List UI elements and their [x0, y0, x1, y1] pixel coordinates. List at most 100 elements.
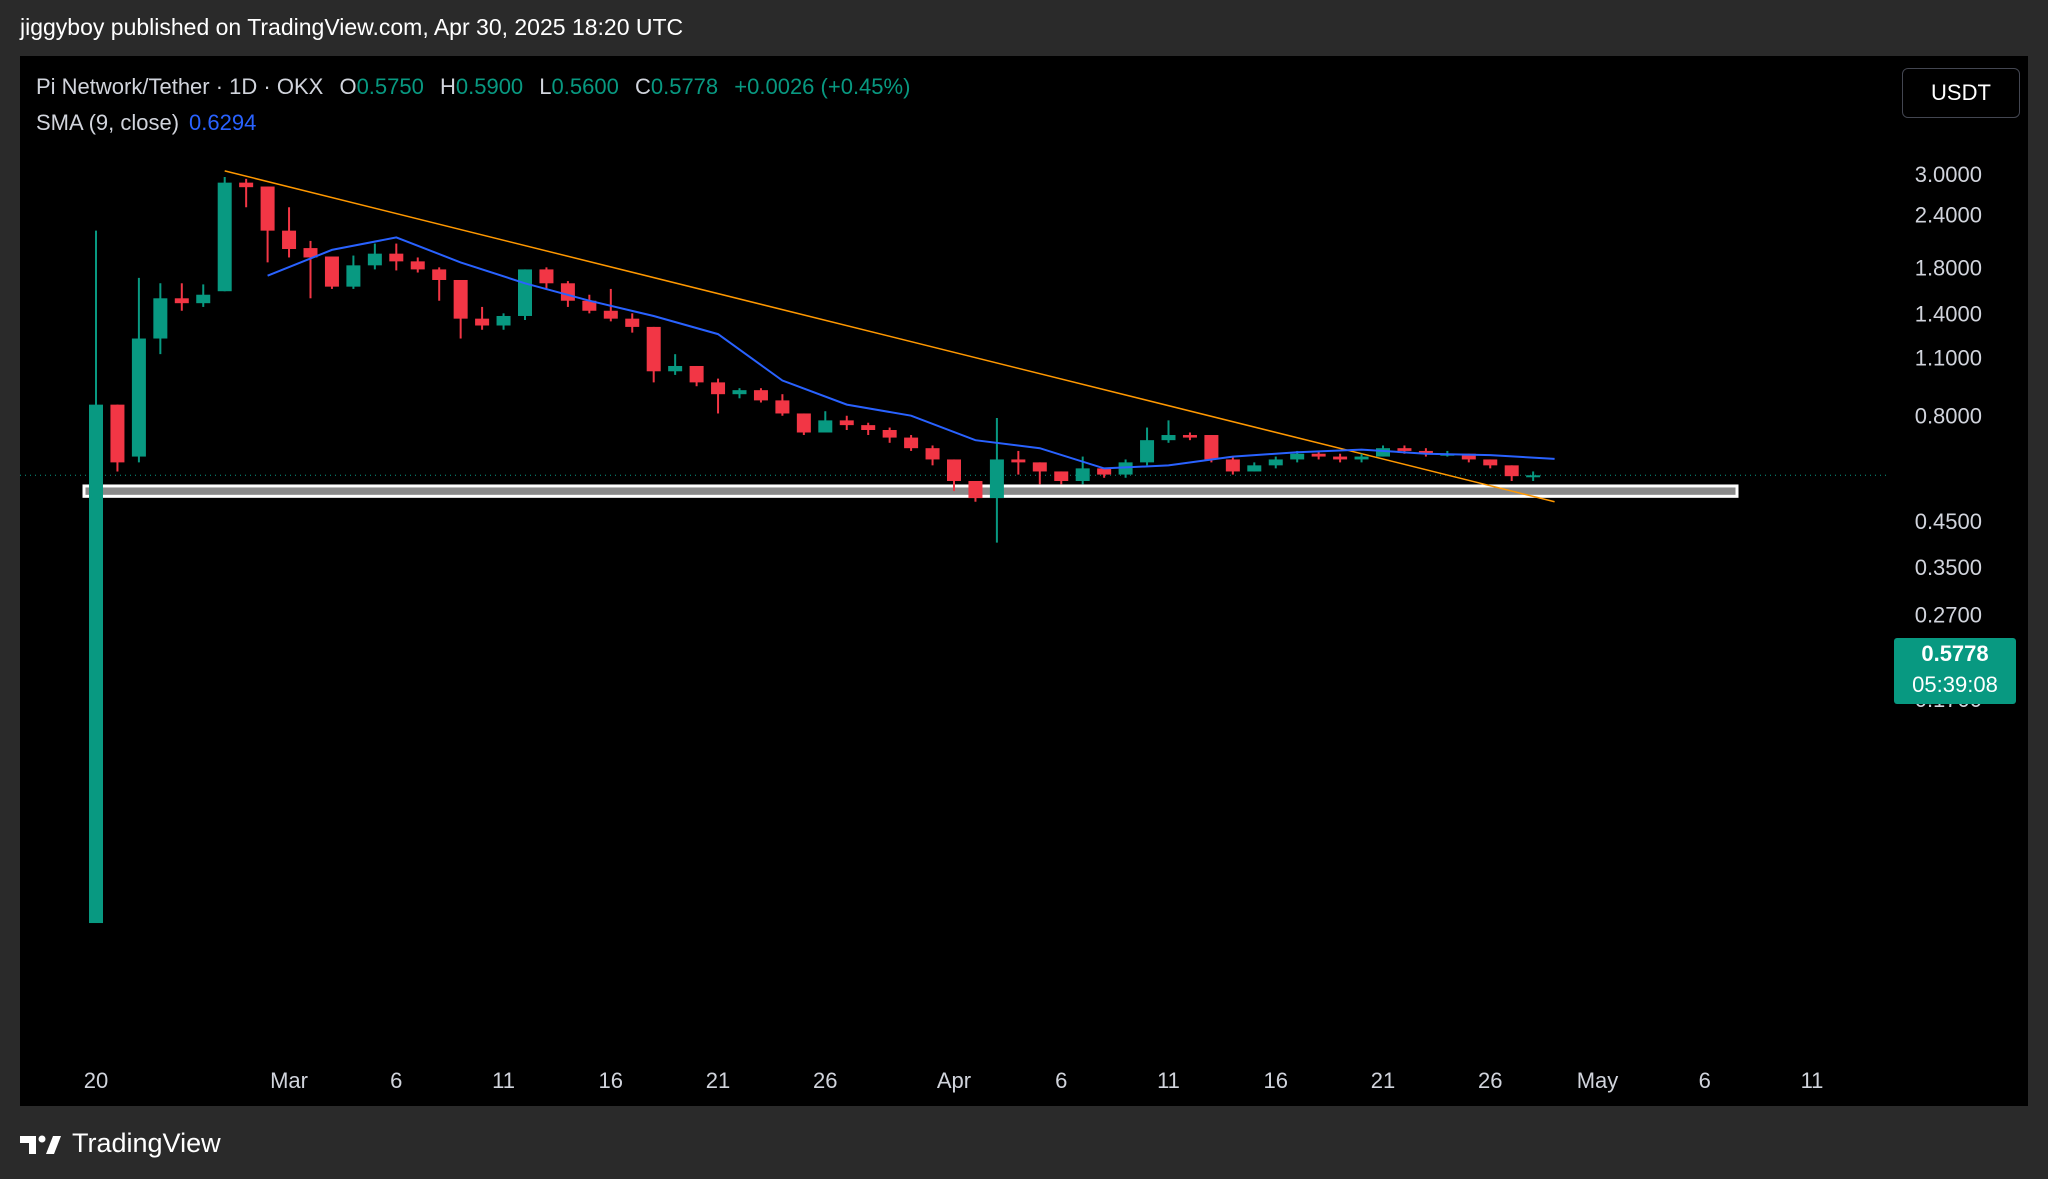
y-axis-tick-label: 2.4000 [1915, 203, 1982, 228]
price-chart[interactable]: 3.0000 2.4000 1.8000 1.4000 1.1000 0.8000 0.45… [20, 56, 2028, 1106]
candle-down [475, 318, 490, 326]
candle-up [1354, 456, 1369, 460]
candle-down [260, 186, 275, 231]
candle-down [453, 279, 468, 319]
candle-down [1011, 459, 1026, 463]
candle-down [239, 182, 254, 188]
candle-down [1397, 448, 1412, 451]
candle-up [1140, 440, 1155, 463]
candle-down [968, 480, 983, 499]
candle-up [496, 315, 511, 326]
candle-up [818, 420, 833, 433]
candle-down [432, 269, 447, 280]
candle-down [1032, 462, 1047, 472]
candle-up [217, 182, 232, 292]
publish-header: jiggyboy published on TradingView.com, A… [20, 14, 684, 40]
symbol-legend: Pi Network/Tether · 1D · OKX O0.5750 H0.… [36, 74, 910, 100]
candle-down [1182, 435, 1197, 438]
sma-line [267, 236, 1555, 470]
y-axis-tick-label: 0.4500 [1915, 509, 1982, 534]
high-value: 0.5900 [455, 74, 524, 99]
candle-down [1504, 465, 1519, 477]
indicator-legend[interactable]: SMA (9, close) 0.6294 [36, 110, 256, 136]
chart-panel[interactable]: 3.0000 2.4000 1.8000 1.4000 1.1000 0.8000 0.45… [20, 56, 2028, 1106]
close-value: 0.5778 [650, 74, 719, 99]
candle-down [1204, 435, 1219, 460]
currency-button[interactable]: USDT [1902, 68, 2020, 118]
last-price-value: 0.5778 [1921, 641, 1989, 666]
y-axis-tick-label: 1.1000 [1915, 345, 1982, 370]
candle-down [882, 430, 897, 438]
x-axis-tick-label: 16 [599, 1068, 623, 1093]
trendline [224, 170, 1555, 503]
candle-down [603, 310, 618, 319]
candle-up [89, 404, 103, 924]
y-axis-tick-label: 0.2700 [1915, 602, 1982, 627]
close-label: C [634, 74, 651, 99]
y-axis-tick-label: 1.4000 [1915, 301, 1982, 326]
candle-up [1290, 453, 1305, 460]
y-axis-tick-label: 3.0000 [1915, 162, 1982, 187]
candle-down [796, 413, 811, 433]
tradingview-logo-icon[interactable] [20, 1132, 62, 1156]
candle-down [947, 459, 961, 481]
candle-up [1376, 448, 1390, 457]
x-axis-tick-label: 26 [813, 1068, 837, 1093]
x-axis-tick-label: 6 [390, 1068, 402, 1093]
candle-down [110, 404, 125, 463]
candle-down [560, 283, 575, 301]
candle-up [1526, 475, 1541, 478]
x-axis-tick-label: Mar [270, 1068, 308, 1093]
symbol-title[interactable]: Pi Network/Tether · 1D · OKX [36, 74, 323, 99]
sma-value: 0.6294 [189, 110, 257, 135]
y-axis-tick-label: 0.8000 [1915, 404, 1982, 429]
candle-up [1161, 435, 1176, 441]
candle-down [775, 400, 790, 414]
x-axis-tick-label: 6 [1055, 1068, 1067, 1093]
candle-down [539, 269, 554, 284]
candle-up [367, 253, 382, 266]
candle-up [196, 294, 211, 304]
candle-down [689, 365, 704, 383]
candle-up [732, 390, 747, 395]
y-axis-tick-label: 0.3500 [1915, 555, 1982, 580]
candle-up [131, 338, 146, 457]
candle-down [174, 298, 189, 304]
candle-down [861, 425, 876, 431]
sma-label: SMA (9, close) [36, 110, 180, 135]
x-axis-tick-label: 6 [1699, 1068, 1711, 1093]
candle-up [153, 298, 168, 339]
open-label: O [339, 74, 357, 99]
candle-down [753, 390, 768, 401]
candle-up [668, 365, 683, 372]
low-label: L [539, 74, 552, 99]
candle-up [1075, 468, 1090, 481]
change-value: +0.0026 (+0.45%) [734, 74, 911, 99]
tradingview-brand[interactable]: TradingView [72, 1128, 221, 1159]
candle-down [1225, 459, 1240, 472]
candle-up [346, 265, 361, 287]
x-axis-tick-label: Apr [937, 1068, 971, 1093]
candle-down [839, 420, 854, 426]
candle-down [282, 230, 297, 250]
candle-down [1483, 459, 1498, 466]
high-label: H [439, 74, 456, 99]
y-axis-tick-label: 1.8000 [1915, 255, 1982, 280]
support-zone [82, 484, 1739, 498]
candle-down [410, 261, 425, 270]
footer: TradingView [20, 1128, 221, 1159]
x-axis-tick-label: 11 [492, 1068, 515, 1093]
candle-down [625, 318, 640, 327]
candle-down [389, 253, 404, 262]
candle-down [1333, 456, 1348, 460]
x-axis-tick-label: 21 [1371, 1068, 1395, 1093]
candle-down [324, 256, 339, 287]
candle-down [1054, 471, 1069, 481]
low-value: 0.5600 [551, 74, 619, 99]
bar-countdown: 05:39:08 [1912, 672, 1998, 697]
x-axis-tick-label: 16 [1264, 1068, 1288, 1093]
x-axis-tick-label: May [1577, 1068, 1619, 1093]
candle-down [646, 326, 661, 372]
candle-down [711, 382, 726, 395]
last-price-label: 0.5778 05:39:08 [1894, 638, 2016, 704]
